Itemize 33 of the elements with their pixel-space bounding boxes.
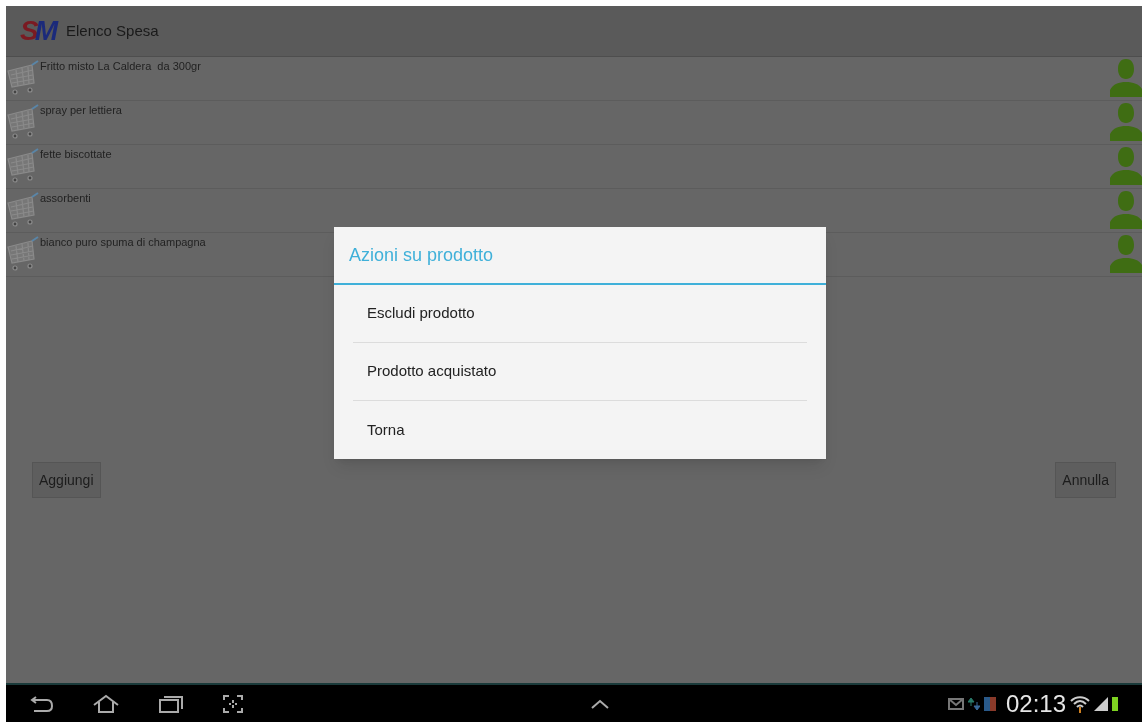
dialog-option[interactable]: Torna	[353, 401, 807, 459]
cart-icon	[6, 145, 40, 185]
dialog-title: Azioni su prodotto	[334, 227, 826, 285]
app-notification-icon	[983, 696, 996, 711]
clock: 02:13	[1005, 691, 1066, 716]
cart-icon	[6, 233, 40, 273]
cancel-button[interactable]: Annulla	[1055, 462, 1116, 498]
app-title: Elenco Spesa	[66, 20, 159, 41]
list-row[interactable]: Fritto misto La Caldera da 300gr	[6, 57, 1142, 101]
wifi-icon	[1070, 694, 1090, 713]
list-row[interactable]: spray per lettiera	[6, 101, 1142, 145]
recent-apps-icon[interactable]	[158, 693, 184, 714]
cart-icon	[6, 57, 40, 97]
screenshot-icon[interactable]	[222, 693, 244, 714]
list-row[interactable]: fette biscottate	[6, 145, 1142, 189]
signal-icon	[1094, 696, 1108, 711]
app-logo: SM	[20, 17, 54, 45]
item-name: fette biscottate	[40, 147, 113, 162]
item-name: spray per lettiera	[40, 103, 123, 118]
battery-icon	[1112, 696, 1118, 711]
data-transfer-icon	[967, 696, 980, 711]
item-name: Fritto misto La Caldera da 300gr	[40, 59, 202, 74]
cart-icon	[6, 101, 40, 141]
dialog-option[interactable]: Prodotto acquistato	[353, 343, 807, 401]
back-icon[interactable]	[30, 694, 54, 713]
item-name: assorbenti	[40, 191, 92, 206]
mail-icon	[947, 697, 964, 710]
dialog-option[interactable]: Escludi prodotto	[353, 285, 807, 343]
add-button[interactable]: Aggiungi	[32, 462, 101, 498]
cart-icon	[6, 189, 40, 229]
chevron-up-icon[interactable]	[590, 697, 610, 710]
home-icon[interactable]	[92, 693, 120, 714]
item-name: bianco puro spuma di champagna	[40, 235, 207, 250]
